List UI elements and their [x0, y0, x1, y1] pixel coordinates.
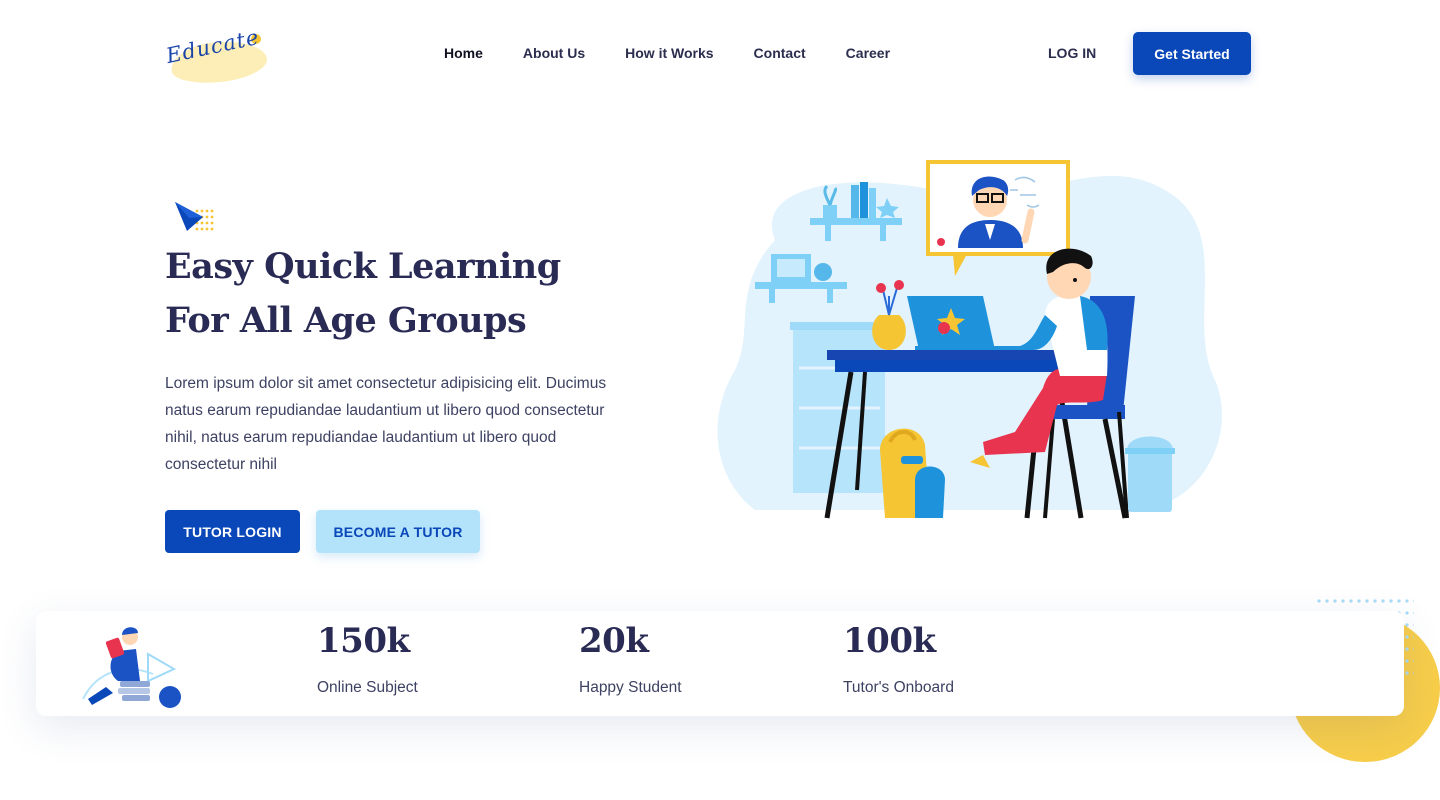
- stat-tutors-onboard: 100k Tutor's Onboard: [843, 619, 954, 697]
- reading-student-illustration: [82, 627, 181, 708]
- nav-item-career[interactable]: Career: [846, 45, 890, 61]
- nav-item-contact[interactable]: Contact: [754, 45, 806, 61]
- stats-card: 150k Online Subject 20k Happy Student 10…: [36, 611, 1404, 716]
- hero-description: Lorem ipsum dolor sit amet consectetur a…: [165, 375, 607, 473]
- stat-label: Tutor's Onboard: [843, 679, 954, 696]
- stat-label: Happy Student: [579, 679, 682, 696]
- stat-happy-student: 20k Happy Student: [579, 619, 682, 697]
- become-a-tutor-button[interactable]: BECOME A TUTOR: [316, 510, 480, 553]
- nav-item-about-us[interactable]: About Us: [523, 45, 585, 61]
- stat-number: 20k: [579, 621, 649, 661]
- login-link[interactable]: LOG IN: [1048, 45, 1096, 61]
- educate-logo[interactable]: Educate: [164, 25, 275, 90]
- nav-item-home[interactable]: Home: [444, 45, 483, 61]
- tutor-login-button[interactable]: TUTOR LOGIN: [165, 510, 300, 553]
- student-online-learning-illustration: [717, 160, 1222, 519]
- get-started-button[interactable]: Get Started: [1133, 32, 1251, 75]
- stat-number: 100k: [843, 621, 936, 661]
- paper-plane-icon: [175, 202, 214, 231]
- stat-number: 150k: [317, 621, 410, 661]
- main-nav: Home About Us How it Works Contact Caree…: [444, 45, 890, 61]
- hero-title: Easy Quick Learning For All Age Groups: [165, 246, 561, 341]
- nav-item-how-it-works[interactable]: How it Works: [625, 45, 713, 61]
- stat-label: Online Subject: [317, 679, 418, 696]
- stat-online-subject: 150k Online Subject: [317, 619, 418, 697]
